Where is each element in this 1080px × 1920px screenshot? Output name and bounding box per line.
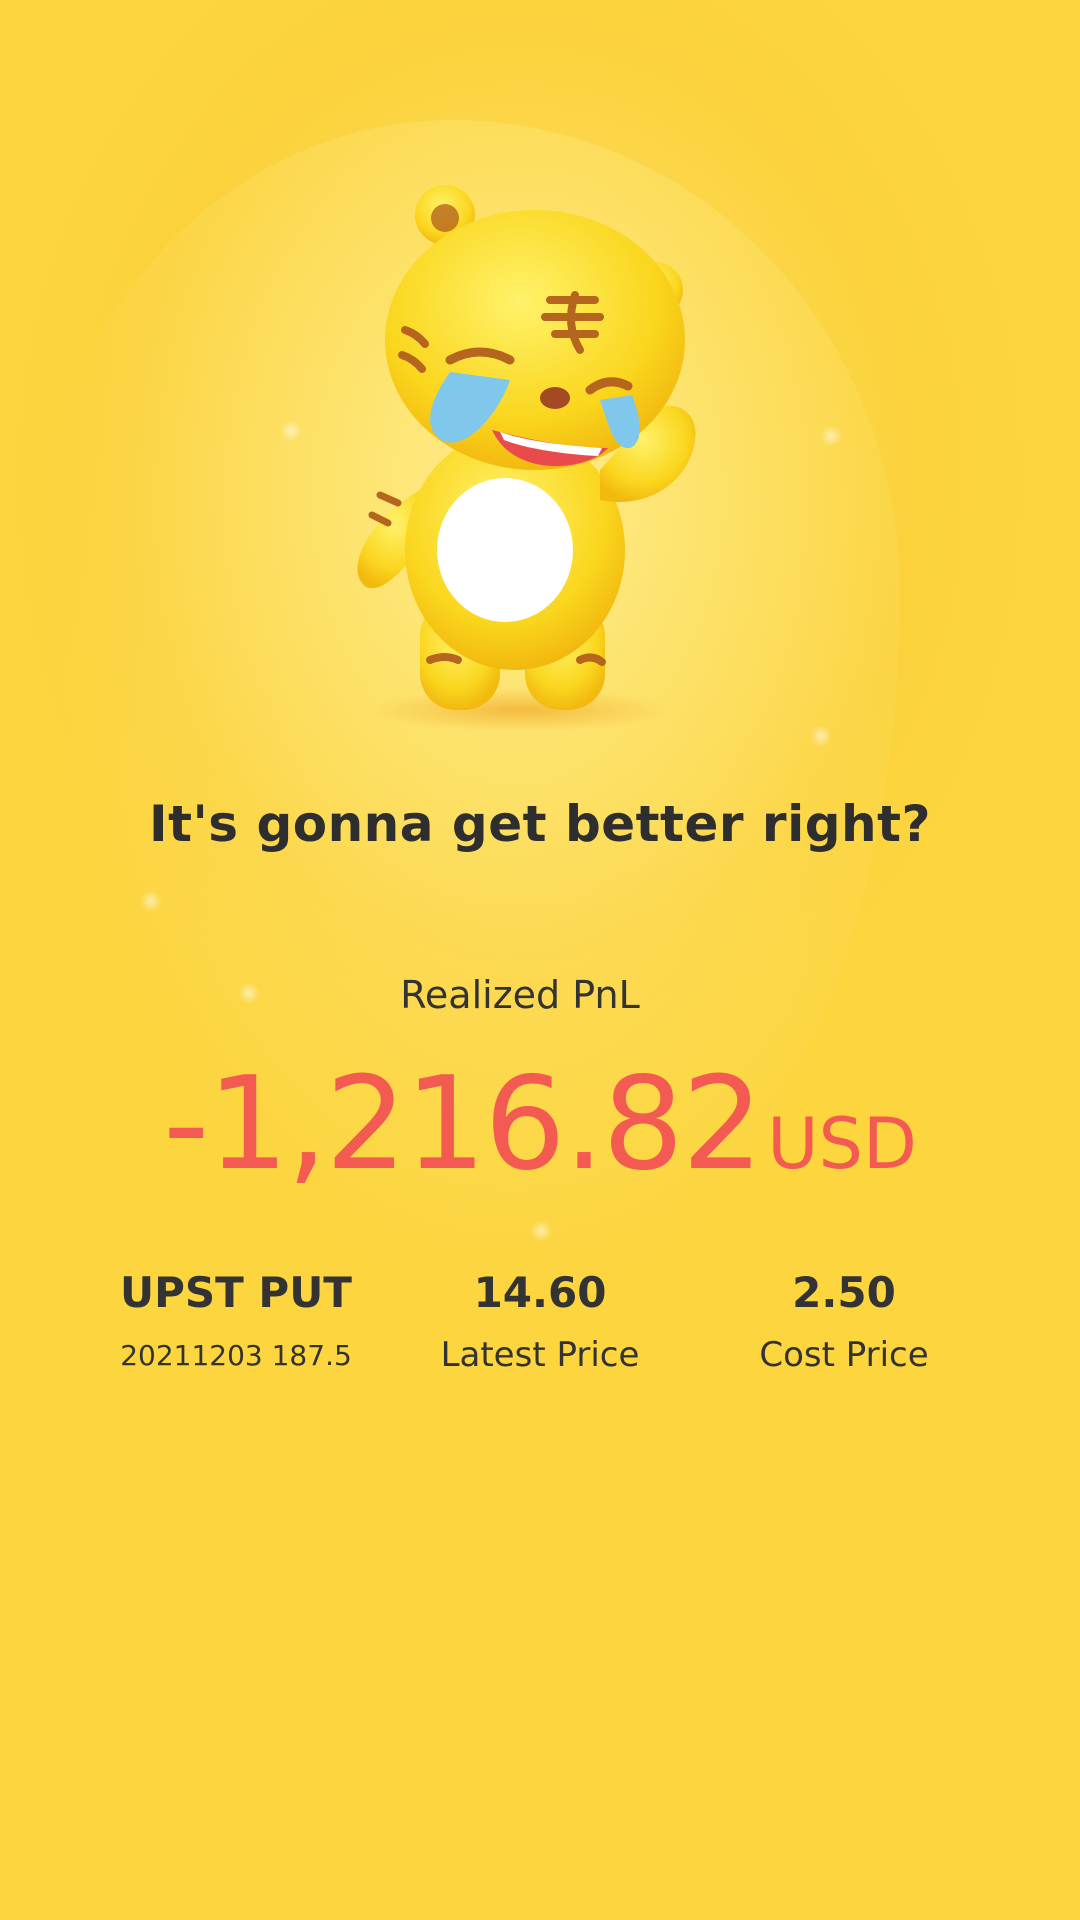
stat-latest-price: 14.60 Latest Price	[380, 1265, 700, 1375]
latest-price-value: 14.60	[473, 1268, 607, 1317]
sparkle	[530, 1220, 552, 1242]
latest-price-label: Latest Price	[440, 1335, 640, 1375]
sparkle	[140, 890, 162, 912]
pnl-value: -1,216.82	[163, 1050, 763, 1199]
cost-price-label: Cost Price	[759, 1335, 929, 1375]
realized-pnl-label: Realized PnL	[400, 973, 640, 1017]
realized-pnl-amount: -1,216.82USD	[0, 1050, 1080, 1199]
crying-tiger-mascot-icon	[357, 185, 696, 732]
symbol-contract: 20211203 187.5	[120, 1339, 352, 1372]
sparkle	[280, 420, 302, 442]
stat-cost-price: 2.50 Cost Price	[684, 1265, 1004, 1375]
cost-price-value: 2.50	[792, 1268, 896, 1317]
sparkle	[820, 425, 842, 447]
pnl-currency: USD	[767, 1103, 917, 1185]
stat-symbol: UPST PUT 20211203 187.5	[76, 1265, 396, 1372]
sparkle	[810, 725, 832, 747]
symbol-name: UPST PUT	[120, 1268, 352, 1317]
headline: It's gonna get better right?	[148, 795, 932, 853]
